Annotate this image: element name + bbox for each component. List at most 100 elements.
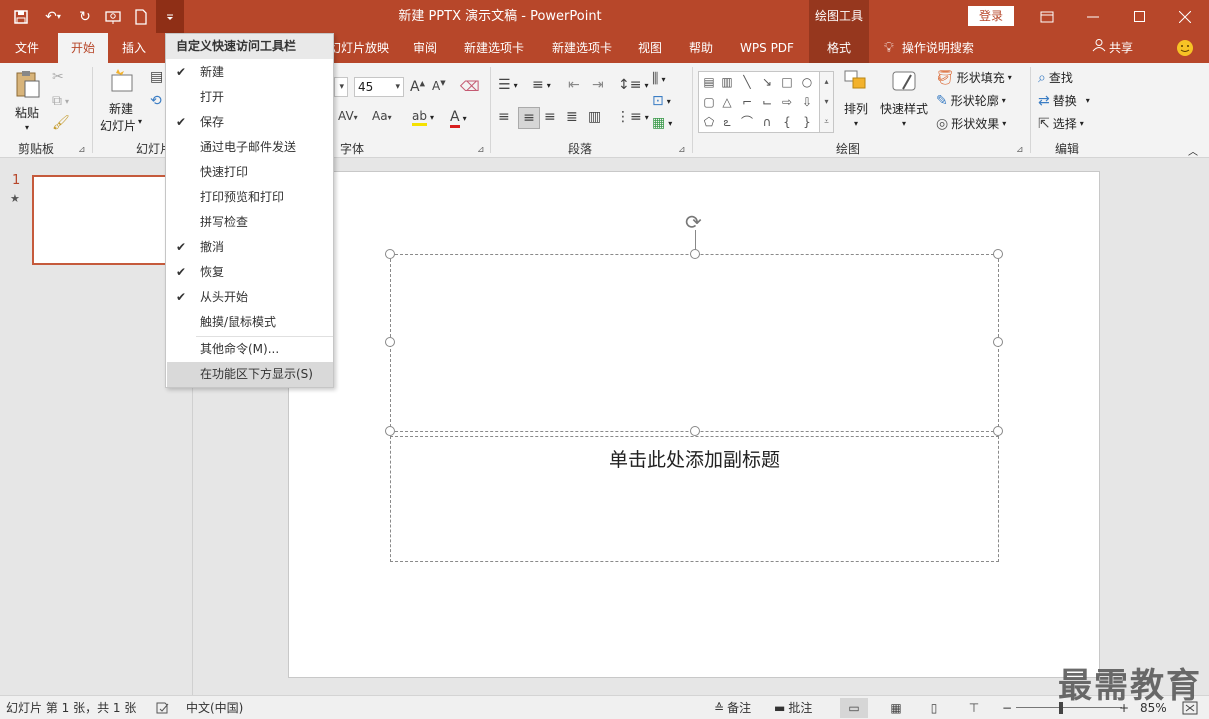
shape-outline-button[interactable]: ✎ 形状轮廓 ▾ bbox=[936, 92, 1006, 109]
resize-handle[interactable] bbox=[690, 249, 700, 259]
resize-handle[interactable] bbox=[690, 426, 700, 436]
change-case-icon[interactable]: Aa▾ bbox=[372, 109, 392, 123]
curve-shape-icon[interactable]: ∩ bbox=[759, 114, 775, 130]
justify-icon[interactable]: ≣ bbox=[566, 109, 578, 125]
close-icon[interactable] bbox=[1162, 0, 1208, 33]
paragraph-dialog-launcher-icon[interactable]: ⊿ bbox=[678, 145, 686, 155]
align-right-icon[interactable]: ≡ bbox=[544, 109, 556, 125]
right-brace-shape-icon[interactable]: } bbox=[799, 114, 815, 130]
down-arrow-shape-icon[interactable]: ⇩ bbox=[799, 94, 815, 110]
menu-item-more-commands[interactable]: 其他命令(M)... bbox=[167, 337, 333, 362]
font-color-icon[interactable]: A ▾ bbox=[450, 109, 467, 128]
vertical-text-box-shape-icon[interactable]: ▥ bbox=[719, 74, 735, 90]
minimize-icon[interactable] bbox=[1070, 0, 1116, 33]
save-icon[interactable] bbox=[8, 3, 34, 31]
new-slide-button[interactable]: 新建 幻灯片 ▾ bbox=[100, 69, 142, 134]
arc-shape-icon[interactable]: ⌒ bbox=[739, 114, 755, 130]
menu-item-print-preview[interactable]: 打印预览和打印 bbox=[167, 185, 333, 210]
language-status[interactable]: 中文(中国) bbox=[186, 696, 243, 719]
text-box-shape-icon[interactable]: ▤ bbox=[701, 74, 717, 90]
quick-styles-button[interactable]: 快速样式 ▾ bbox=[880, 69, 928, 128]
ribbon-display-options-icon[interactable] bbox=[1024, 0, 1070, 33]
font-size-combo[interactable]: 45 ▾ bbox=[354, 77, 404, 97]
resize-handle[interactable] bbox=[993, 249, 1003, 259]
zoom-out-icon[interactable]: − bbox=[1002, 696, 1012, 719]
elbow-connector-shape-icon[interactable]: ⌐ bbox=[739, 94, 755, 110]
shape-effects-button[interactable]: ◎ 形状效果 ▾ bbox=[936, 115, 1006, 132]
spell-check-icon[interactable] bbox=[155, 696, 171, 719]
decrease-indent-icon[interactable]: ⇤ bbox=[568, 77, 580, 93]
bullets-icon[interactable]: ☰ ▾ bbox=[498, 77, 518, 93]
drawing-dialog-launcher-icon[interactable]: ⊿ bbox=[1016, 145, 1024, 155]
shape-fill-button[interactable]: 🪣︎ 形状填充 ▾ bbox=[936, 69, 1012, 86]
rounded-rectangle-shape-icon[interactable]: ▢ bbox=[701, 94, 717, 110]
notes-button[interactable]: ≙ 备注 bbox=[714, 696, 751, 719]
elbow-arrow-shape-icon[interactable]: ⌙ bbox=[759, 94, 775, 110]
smartart-icon[interactable]: ▦ ▾ bbox=[652, 115, 672, 131]
collapse-ribbon-icon[interactable]: ︿ bbox=[1188, 143, 1198, 158]
title-placeholder[interactable] bbox=[390, 254, 999, 432]
clear-formatting-icon[interactable]: ⌫ bbox=[460, 79, 480, 95]
shapes-gallery-scroll[interactable]: ▴ ▾ ⩡ bbox=[819, 72, 833, 132]
tab-insert[interactable]: 插入 bbox=[110, 33, 158, 63]
character-spacing-icon[interactable]: AV▾ bbox=[338, 109, 358, 123]
comments-button[interactable]: ▬ 批注 bbox=[774, 696, 812, 719]
menu-item-open[interactable]: 打开 bbox=[167, 85, 333, 110]
tab-new-tab-2[interactable]: 新建选项卡 bbox=[544, 33, 620, 63]
reset-slide-icon[interactable]: ⟲ bbox=[150, 93, 162, 109]
resize-handle[interactable] bbox=[385, 426, 395, 436]
resize-handle[interactable] bbox=[385, 249, 395, 259]
normal-view-icon[interactable]: ▭ bbox=[840, 698, 868, 718]
redo-icon[interactable]: ↻ bbox=[72, 3, 98, 31]
paste-button[interactable]: 粘贴 ▾ bbox=[12, 69, 42, 132]
tab-review[interactable]: 审阅 bbox=[404, 33, 446, 63]
slide-sorter-view-icon[interactable]: ▦ bbox=[882, 698, 910, 718]
undo-icon[interactable]: ↶ ▾ bbox=[36, 3, 70, 31]
left-brace-shape-icon[interactable]: { bbox=[779, 114, 795, 130]
tab-file[interactable]: 文件 bbox=[0, 33, 54, 63]
line-spacing-icon[interactable]: ↕≡ ▾ bbox=[618, 77, 648, 93]
customize-qat-button[interactable] bbox=[156, 0, 184, 33]
slide-canvas[interactable]: ⟳ 单击此处添加副标题 bbox=[288, 171, 1100, 678]
rotate-handle-icon[interactable]: ⟳ bbox=[685, 210, 702, 234]
text-direction-icon[interactable]: ⫼ ▾ bbox=[652, 71, 665, 87]
tab-home[interactable]: 开始 bbox=[58, 33, 108, 63]
tab-new-tab-1[interactable]: 新建选项卡 bbox=[456, 33, 532, 63]
columns-icon[interactable]: ⋮≡ ▾ bbox=[616, 109, 649, 125]
shapes-gallery[interactable]: ▤ ▥ ╲ ↘ □ ○ ▢ △ ⌐ ⌙ ⇨ ⇩ ⬠ ఽ ⌒ ∩ { } ▴ ▾ ⩡ bbox=[698, 71, 834, 133]
increase-indent-icon[interactable]: ⇥ bbox=[592, 77, 604, 93]
slideshow-from-start-icon[interactable] bbox=[100, 3, 126, 31]
menu-item-from-beginning[interactable]: ✔ 从头开始 bbox=[167, 285, 333, 310]
clipboard-dialog-launcher-icon[interactable]: ⊿ bbox=[78, 145, 86, 155]
replace-button[interactable]: ⇄ 替换 ▾ bbox=[1038, 92, 1090, 109]
highlight-color-icon[interactable]: ab ▾ bbox=[412, 109, 434, 126]
menu-item-undo[interactable]: ✔ 撤消 bbox=[167, 235, 333, 260]
slide-thumbnail[interactable] bbox=[32, 175, 168, 265]
pentagon-shape-icon[interactable]: ⬠ bbox=[701, 114, 717, 130]
right-arrow-shape-icon[interactable]: ⇨ bbox=[779, 94, 795, 110]
layout-icon[interactable]: ▤ bbox=[150, 69, 163, 85]
align-text-icon[interactable]: ⊡ ▾ bbox=[652, 93, 671, 109]
triangle-shape-icon[interactable]: △ bbox=[719, 94, 735, 110]
tab-wps-pdf[interactable]: WPS PDF bbox=[732, 33, 802, 63]
font-dialog-launcher-icon[interactable]: ⊿ bbox=[477, 145, 485, 155]
menu-item-show-below-ribbon[interactable]: 在功能区下方显示(S) bbox=[167, 362, 333, 387]
find-button[interactable]: ⌕ 查找 bbox=[1038, 69, 1073, 86]
menu-item-touch-mode[interactable]: 触摸/鼠标模式 bbox=[167, 310, 333, 335]
slideshow-view-icon[interactable]: ⊤ bbox=[960, 698, 988, 718]
tab-help[interactable]: 帮助 bbox=[680, 33, 722, 63]
arrow-line-shape-icon[interactable]: ↘ bbox=[759, 74, 775, 90]
cut-icon[interactable]: ✂ bbox=[52, 69, 64, 85]
resize-handle[interactable] bbox=[385, 337, 395, 347]
smiley-feedback-icon[interactable] bbox=[1174, 33, 1196, 63]
tell-me-search[interactable]: 💡︎ 操作说明搜索 bbox=[884, 33, 994, 63]
numbering-icon[interactable]: ≡ ▾ bbox=[532, 77, 551, 93]
arrange-button[interactable]: 排列 ▾ bbox=[842, 69, 870, 128]
resize-handle[interactable] bbox=[993, 337, 1003, 347]
menu-item-save[interactable]: ✔ 保存 bbox=[167, 110, 333, 135]
menu-item-redo[interactable]: ✔ 恢复 bbox=[167, 260, 333, 285]
decrease-font-icon[interactable]: A▼ bbox=[432, 79, 446, 93]
rectangle-shape-icon[interactable]: □ bbox=[779, 74, 795, 90]
maximize-icon[interactable] bbox=[1116, 0, 1162, 33]
login-button[interactable]: 登录 bbox=[968, 6, 1014, 26]
